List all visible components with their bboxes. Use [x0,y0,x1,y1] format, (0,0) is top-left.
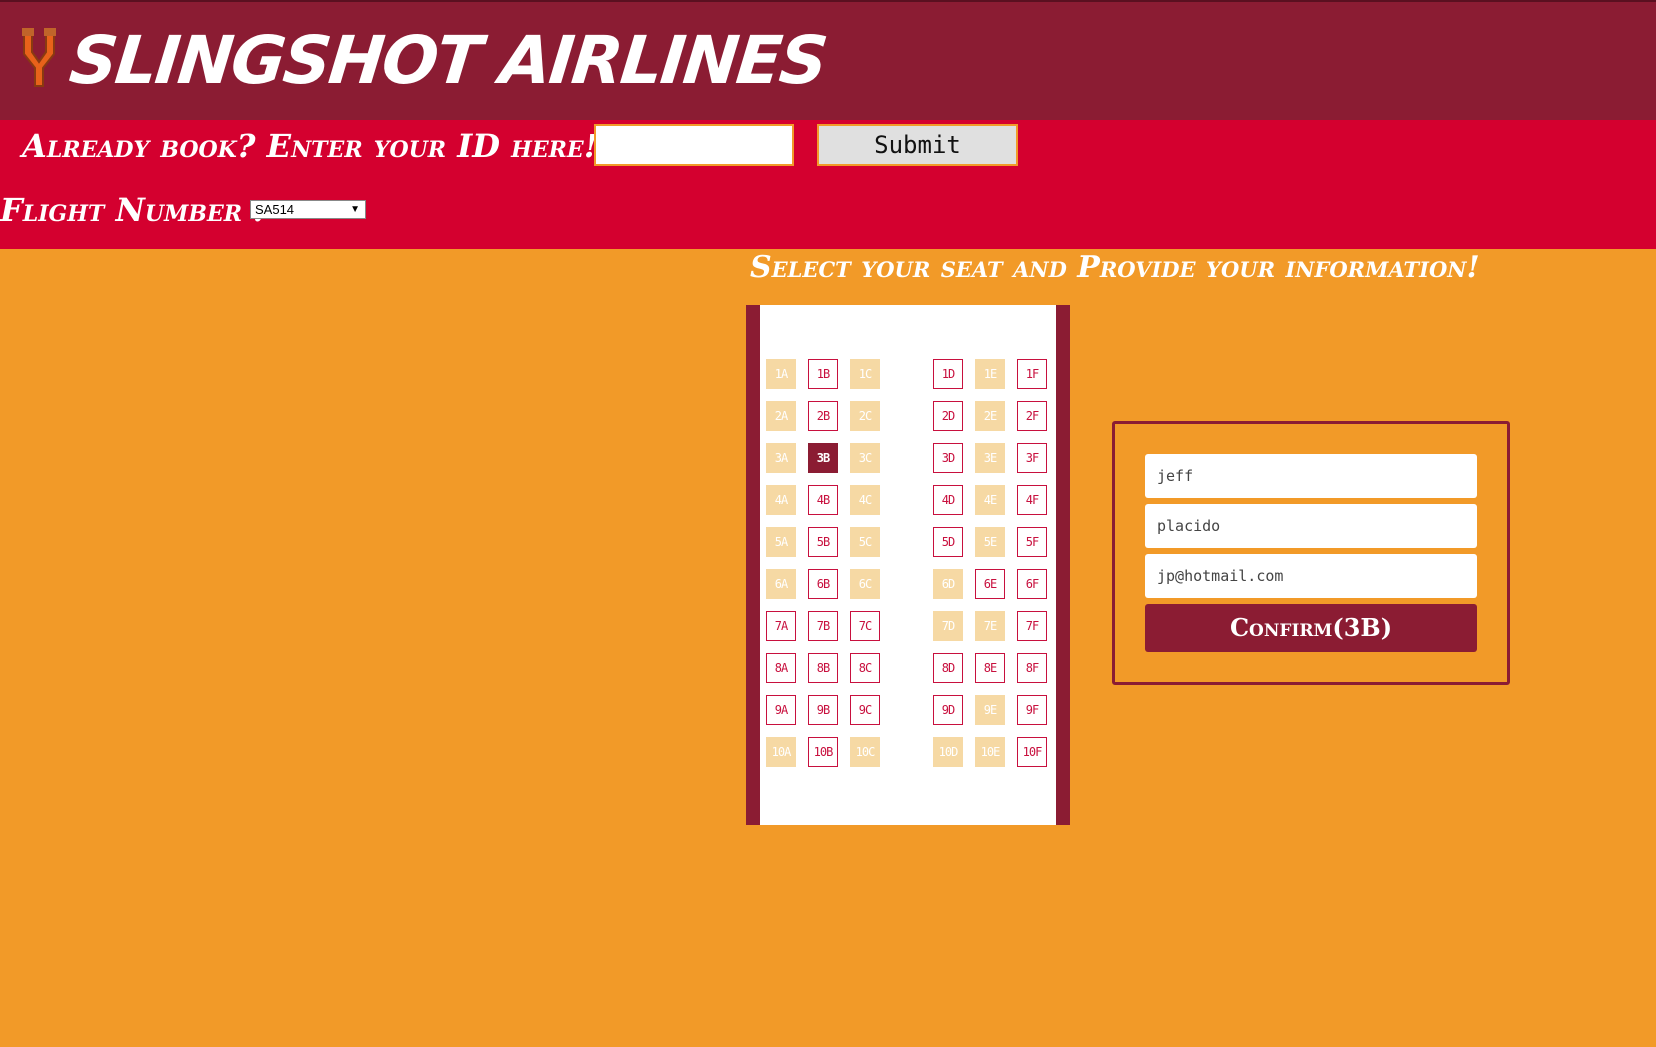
seat-1F[interactable]: 1F [1017,359,1047,389]
chevron-down-icon: ▼ [350,204,360,215]
seat-8B[interactable]: 8B [808,653,838,683]
seat-2D[interactable]: 2D [933,401,963,431]
seat-3C: 3C [850,443,880,473]
seat-2C: 2C [850,401,880,431]
flight-number-select[interactable]: SA514 ▼ [250,200,366,219]
seat-4F[interactable]: 4F [1017,485,1047,515]
seat-4D[interactable]: 4D [933,485,963,515]
seat-7E: 7E [975,611,1005,641]
brand-title: Slingshot Airlines [66,22,830,99]
seat-2E: 2E [975,401,1005,431]
booking-id-input[interactable] [594,124,794,166]
seat-5A: 5A [766,527,796,557]
seat-6E[interactable]: 6E [975,569,1005,599]
flight-number-value: SA514 [255,202,295,217]
seat-10C: 10C [850,737,880,767]
booking-id-label: Already book? Enter your ID here! [22,127,598,165]
confirm-button[interactable]: Confirm(3B) [1145,604,1477,652]
seat-10B[interactable]: 10B [808,737,838,767]
seat-9E: 9E [975,695,1005,725]
seat-4B[interactable]: 4B [808,485,838,515]
seat-5E: 5E [975,527,1005,557]
seat-9D[interactable]: 9D [933,695,963,725]
seat-4C: 4C [850,485,880,515]
seat-3D[interactable]: 3D [933,443,963,473]
seat-10A: 10A [766,737,796,767]
seat-7D: 7D [933,611,963,641]
seat-9F[interactable]: 9F [1017,695,1047,725]
seat-8D[interactable]: 8D [933,653,963,683]
seat-9B[interactable]: 9B [808,695,838,725]
seat-selection-title: Select your seat and Provide your inform… [750,250,1480,285]
submit-button[interactable]: Submit [817,124,1018,166]
seat-6A: 6A [766,569,796,599]
seat-5B[interactable]: 5B [808,527,838,557]
seat-10D: 10D [933,737,963,767]
seat-5F[interactable]: 5F [1017,527,1047,557]
seat-9C[interactable]: 9C [850,695,880,725]
seat-5D[interactable]: 5D [933,527,963,557]
seat-4E: 4E [975,485,1005,515]
seat-7B[interactable]: 7B [808,611,838,641]
seat-map: 1A 1B 1C 1D 1E 1F 2A 2B 2C 2D 2E 2F 3A 3B 3C 3D 3E 3F 4A 4B… [746,305,1070,825]
seat-8A[interactable]: 8A [766,653,796,683]
email-field[interactable]: jp@hotmail.com [1145,554,1477,598]
seat-5C: 5C [850,527,880,557]
seat-7A[interactable]: 7A [766,611,796,641]
seat-3A: 3A [766,443,796,473]
seat-6C: 6C [850,569,880,599]
seat-8C[interactable]: 8C [850,653,880,683]
seat-9A[interactable]: 9A [766,695,796,725]
seat-7C[interactable]: 7C [850,611,880,641]
site-header: Slingshot Airlines [0,0,1656,120]
seat-1E: 1E [975,359,1005,389]
seat-2B[interactable]: 2B [808,401,838,431]
seat-1B[interactable]: 1B [808,359,838,389]
seat-8E[interactable]: 8E [975,653,1005,683]
seat-3B[interactable]: 3B [808,443,838,473]
seat-8F[interactable]: 8F [1017,653,1047,683]
seat-6F[interactable]: 6F [1017,569,1047,599]
seat-10E: 10E [975,737,1005,767]
seat-6D: 6D [933,569,963,599]
seat-1A: 1A [766,359,796,389]
seat-6B[interactable]: 6B [808,569,838,599]
slingshot-icon [22,28,56,87]
first-name-field[interactable]: jeff [1145,454,1477,498]
seat-1C: 1C [850,359,880,389]
seat-4A: 4A [766,485,796,515]
seat-1D[interactable]: 1D [933,359,963,389]
seat-7F[interactable]: 7F [1017,611,1047,641]
seat-3F[interactable]: 3F [1017,443,1047,473]
last-name-field[interactable]: placido [1145,504,1477,548]
seat-2A: 2A [766,401,796,431]
flight-number-label: Flight Number : [0,191,265,229]
seat-2F[interactable]: 2F [1017,401,1047,431]
seat-3E: 3E [975,443,1005,473]
seat-10F[interactable]: 10F [1017,737,1047,767]
